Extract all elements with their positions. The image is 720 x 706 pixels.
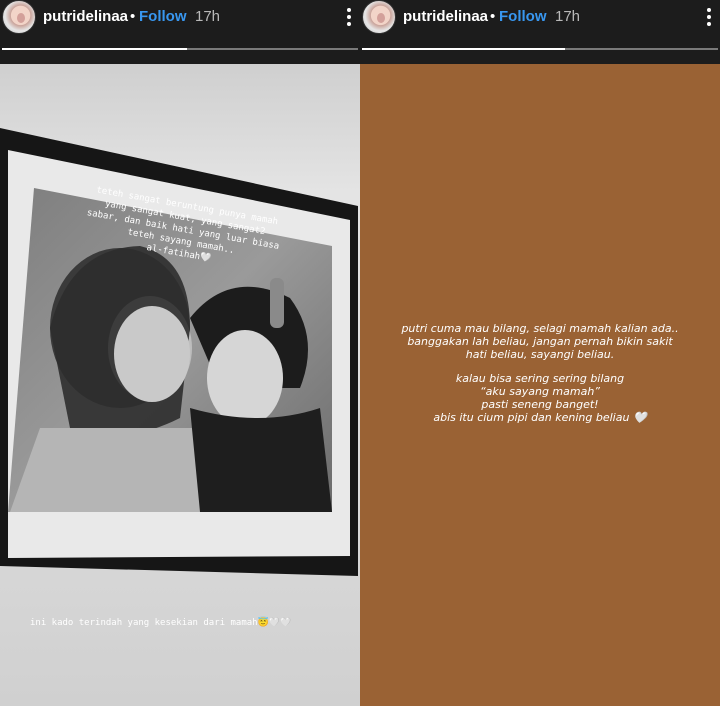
avatar[interactable] bbox=[362, 0, 396, 34]
separator-dot: • bbox=[130, 8, 136, 25]
username[interactable]: putridelinaa bbox=[403, 8, 488, 25]
story-panel-right[interactable]: putri cuma mau bilang, selagi mamah kali… bbox=[360, 0, 720, 706]
username[interactable]: putridelinaa bbox=[43, 8, 128, 25]
timestamp: 17h bbox=[555, 8, 581, 25]
story-paragraph-2: kalau bisa sering sering bilang “aku say… bbox=[433, 372, 647, 424]
story-progress-bar bbox=[2, 48, 188, 50]
story-caption: ini kado terindah yang kesekian dari mam… bbox=[30, 618, 292, 628]
avatar[interactable] bbox=[2, 0, 36, 34]
story-progress-bar bbox=[362, 48, 565, 50]
picture-frame bbox=[0, 128, 358, 576]
more-options-icon[interactable] bbox=[702, 8, 716, 26]
more-options-icon[interactable] bbox=[342, 8, 356, 26]
story-paragraph-1: putri cuma mau bilang, selagi mamah kali… bbox=[401, 322, 679, 361]
separator-dot: • bbox=[490, 8, 496, 25]
story-panel-left[interactable]: teteh sangat beruntung punya mamah yang … bbox=[0, 0, 360, 706]
story-text-block: putri cuma mau bilang, selagi mamah kali… bbox=[380, 322, 700, 435]
follow-button[interactable]: Follow bbox=[499, 8, 547, 25]
timestamp: 17h bbox=[195, 8, 221, 25]
story-header: putridelinaa • Follow 17h bbox=[360, 0, 720, 64]
story-header: putridelinaa • Follow 17h bbox=[0, 0, 360, 64]
follow-button[interactable]: Follow bbox=[139, 8, 187, 25]
